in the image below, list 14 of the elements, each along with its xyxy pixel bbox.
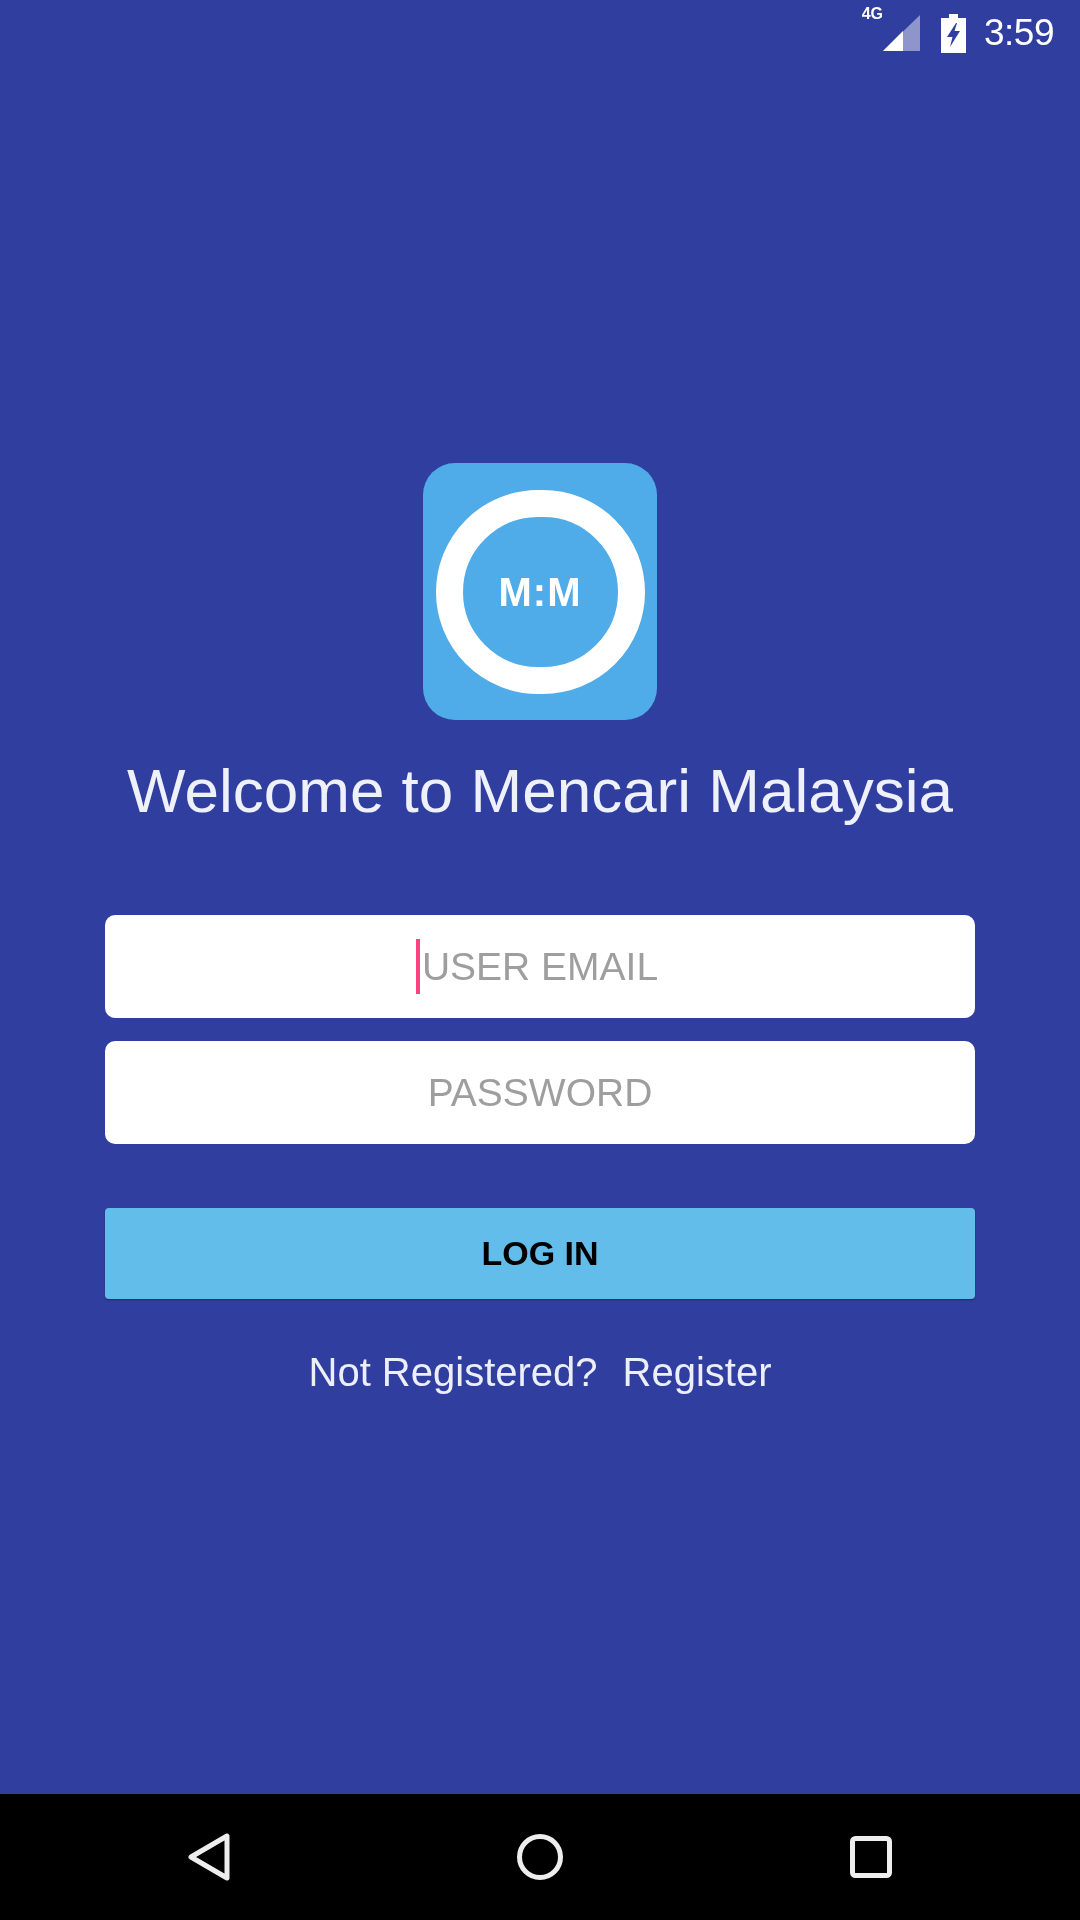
clock-time: 3:59 [984,13,1054,53]
back-icon[interactable] [188,1833,230,1881]
logo-text: M:M [498,569,582,614]
register-link[interactable]: Register [622,1348,772,1396]
email-field[interactable]: USER EMAIL [105,915,975,1018]
network-type-label: 4G [861,6,883,22]
login-button[interactable]: LOG IN [105,1208,975,1299]
password-field[interactable]: PASSWORD [105,1041,975,1144]
register-prompt: Not Registered? [308,1349,598,1396]
recents-icon[interactable] [850,1836,892,1878]
home-icon[interactable] [517,1834,563,1880]
signal-icon [883,15,920,51]
battery-charging-icon [941,13,966,53]
welcome-title: Welcome to Mencari Malaysia [127,755,953,827]
